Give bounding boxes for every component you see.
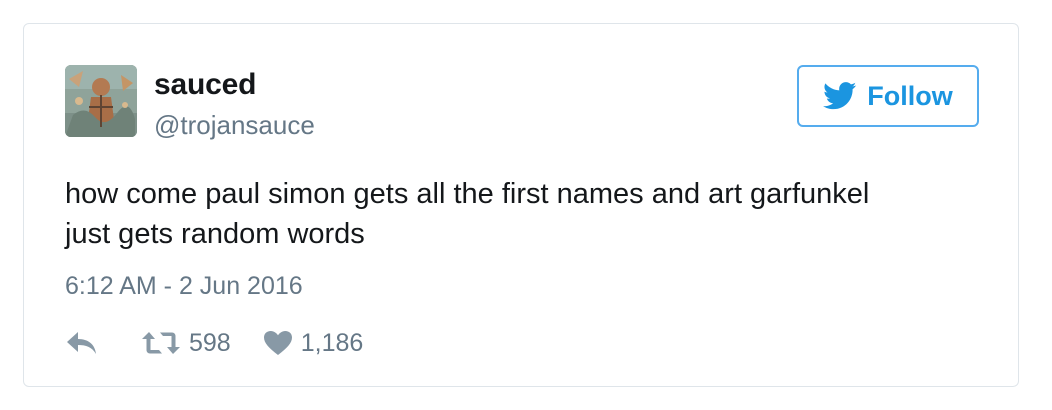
avatar[interactable]: [65, 65, 137, 137]
tweet-actions: 598 1,186: [65, 326, 363, 360]
reply-icon: [67, 332, 96, 354]
avatar-image: [65, 65, 137, 137]
tweet-card: sauced @trojansauce Follow how come paul…: [23, 23, 1019, 387]
follow-button[interactable]: Follow: [797, 65, 979, 127]
tweet-text: how come paul simon gets all the first n…: [65, 174, 985, 254]
author-name[interactable]: sauced: [154, 68, 256, 102]
reply-button[interactable]: [65, 330, 99, 356]
retweet-icon: [142, 332, 180, 354]
twitter-bird-icon: [823, 82, 857, 110]
tweet-text-line: just gets random words: [65, 218, 365, 250]
retweet-count: 598: [189, 328, 231, 357]
heart-icon: [263, 331, 292, 355]
tweet-timestamp[interactable]: 6:12 AM - 2 Jun 2016: [65, 272, 303, 301]
tweet-text-line: how come paul simon gets all the first n…: [65, 178, 870, 210]
like-count: 1,186: [300, 328, 364, 357]
like-button[interactable]: 1,186: [263, 328, 364, 358]
author-handle[interactable]: @trojansauce: [154, 110, 315, 141]
follow-button-label: Follow: [867, 80, 953, 111]
retweet-button[interactable]: 598: [141, 329, 231, 358]
